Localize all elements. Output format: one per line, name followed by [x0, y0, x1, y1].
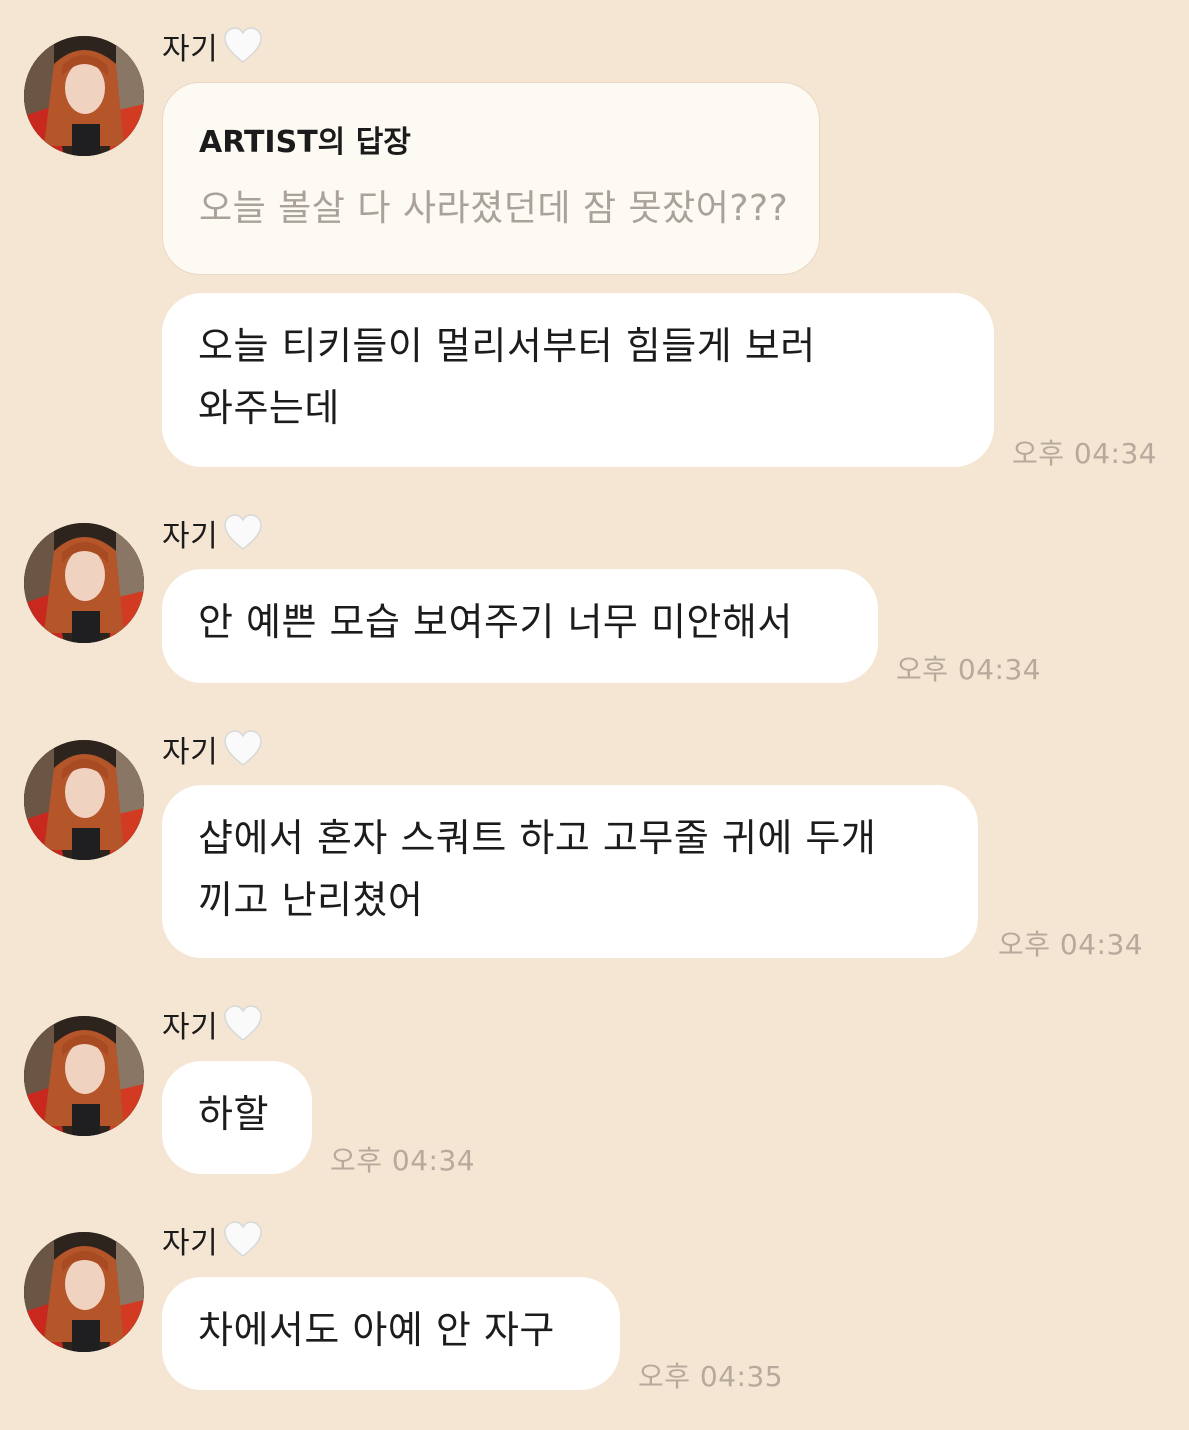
sender-name-row: 자기 [162, 1220, 264, 1261]
message-bubble[interactable]: 안 예쁜 모습 보여주기 너무 미안해서 [162, 569, 878, 683]
white-heart-icon [224, 27, 262, 63]
message-timestamp: 오후 04:34 [998, 928, 1144, 961]
sender-name-row: 자기 [162, 1004, 264, 1045]
sender-name: 자기 [162, 519, 219, 554]
sender-name: 자기 [162, 735, 219, 770]
message-timestamp: 오후 04:34 [1012, 437, 1158, 470]
white-heart-icon [224, 1221, 262, 1257]
message-bubble[interactable]: 샵에서 혼자 스쿼트 하고 고무줄 귀에 두개 끼고 난리쳤어 [162, 785, 978, 958]
sender-name: 자기 [162, 1010, 219, 1045]
white-heart-icon [224, 1005, 262, 1041]
avatar[interactable] [24, 740, 144, 860]
white-heart-icon [224, 514, 262, 550]
message-timestamp: 오후 04:34 [896, 653, 1042, 686]
white-heart-icon [224, 730, 262, 766]
message-bubble[interactable]: 차에서도 아예 안 자구 [162, 1277, 620, 1390]
avatar[interactable] [24, 36, 144, 156]
reply-quote-card[interactable]: ARTIST의 답장 오늘 볼살 다 사라졌던데 잠 못잤어??? [162, 82, 820, 275]
avatar[interactable] [24, 523, 144, 643]
message-timestamp: 오후 04:35 [638, 1360, 784, 1393]
sender-name: 자기 [162, 32, 219, 67]
message-timestamp: 오후 04:34 [330, 1144, 476, 1177]
avatar[interactable] [24, 1232, 144, 1352]
sender-name: 자기 [162, 1226, 219, 1261]
reply-title: ARTIST의 답장 [199, 125, 411, 160]
sender-name-row: 자기 [162, 26, 264, 67]
avatar[interactable] [24, 1016, 144, 1136]
sender-name-row: 자기 [162, 729, 264, 770]
sender-name-row: 자기 [162, 513, 264, 554]
message-bubble[interactable]: 하할 [162, 1061, 312, 1174]
reply-quoted-text: 오늘 볼살 다 사라졌던데 잠 못잤어??? [199, 188, 789, 229]
message-bubble[interactable]: 오늘 티키들이 멀리서부터 힘들게 보러 와주는데 [162, 293, 994, 467]
